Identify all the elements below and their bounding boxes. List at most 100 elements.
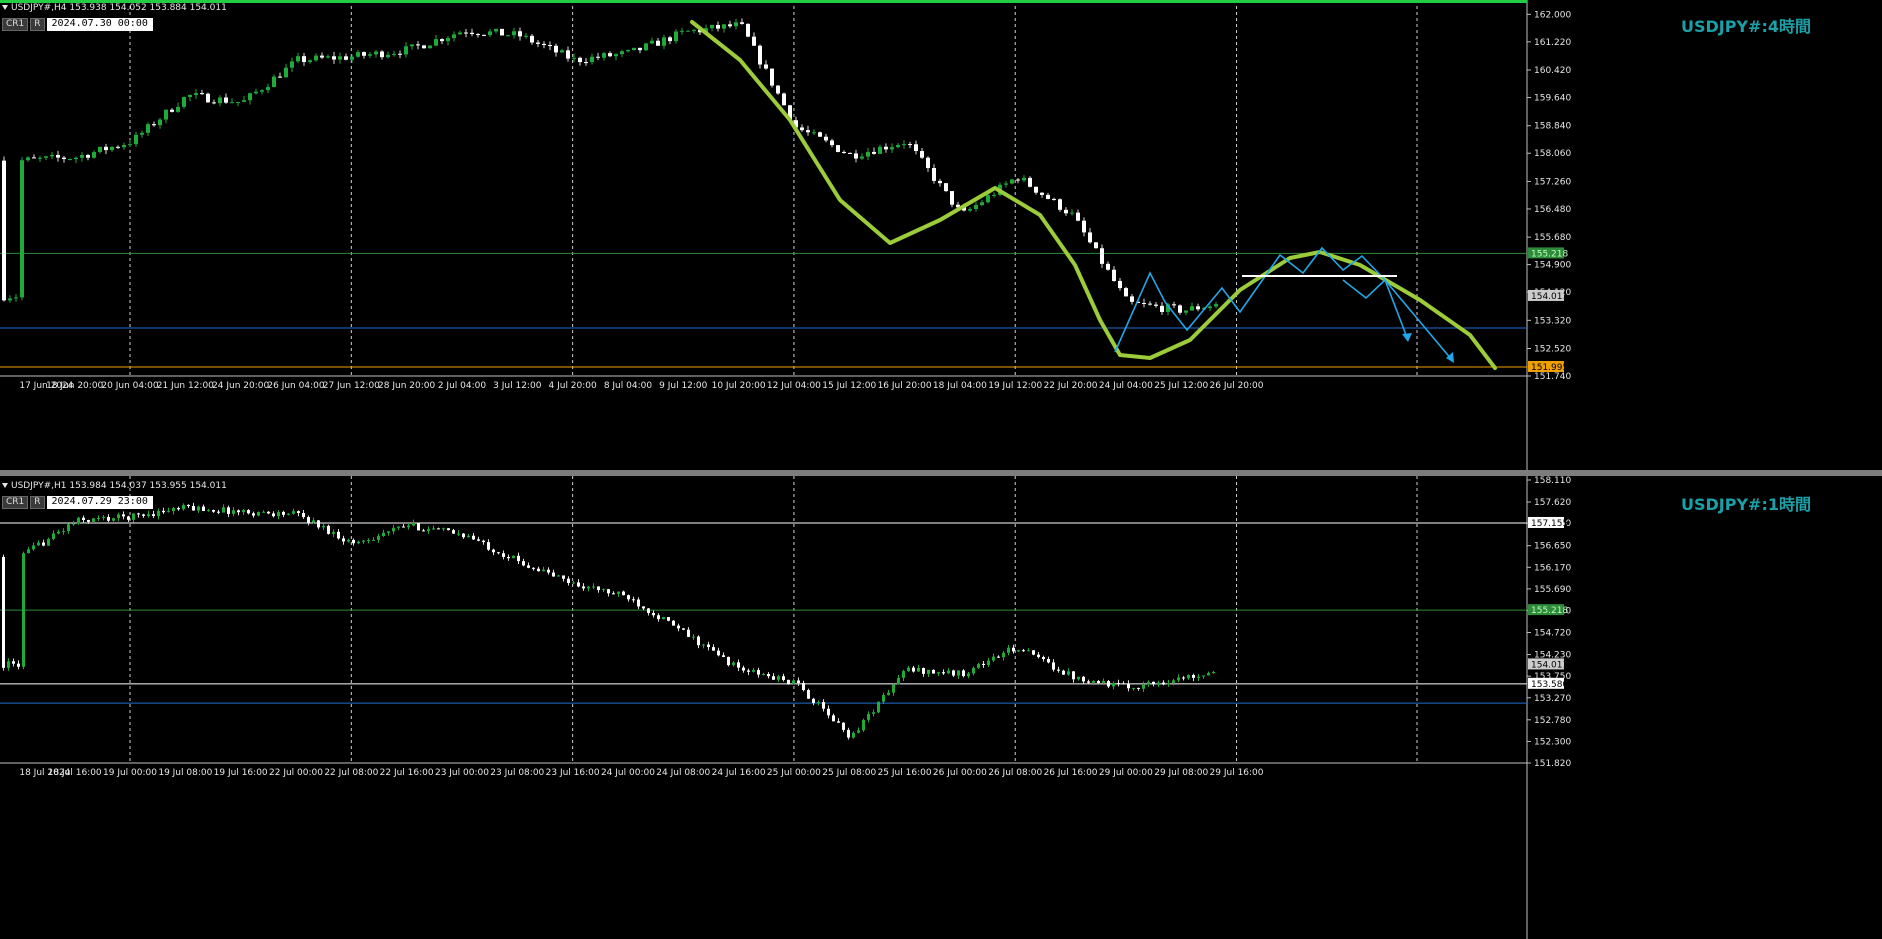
h4-xtick-label: 22 Jul 20:00 bbox=[1044, 381, 1098, 391]
h4-xtick-label: 16 Jul 20:00 bbox=[878, 381, 932, 391]
h4-candle-body bbox=[692, 29, 696, 31]
h4-candle-body bbox=[986, 195, 990, 203]
h1-candle-body bbox=[392, 527, 395, 532]
h4-candle-body bbox=[1160, 305, 1164, 312]
r-badge[interactable]: R bbox=[30, 496, 45, 509]
h1-candle-body bbox=[42, 542, 45, 546]
h4-candle-body bbox=[1148, 303, 1152, 305]
h4-candle-body bbox=[74, 157, 78, 160]
h1-candle-body bbox=[297, 511, 300, 513]
h1-xtick-label: 19 Jul 08:00 bbox=[158, 768, 212, 778]
cr1-badge[interactable]: CR1 bbox=[2, 18, 29, 31]
h4-xtick-label: 27 Jun 12:00 bbox=[323, 381, 380, 391]
h1-candle-body bbox=[867, 713, 870, 720]
h1-xtick-label: 18 Jul 16:00 bbox=[48, 768, 102, 778]
h4-candle-body bbox=[824, 136, 828, 141]
h1-candle-body bbox=[717, 650, 720, 656]
h1-candle-body bbox=[187, 504, 190, 507]
h4-xtick-label: 2 Jul 04:00 bbox=[438, 381, 487, 391]
h1-candle-body bbox=[892, 684, 895, 693]
h4-ytick-label: 154.900 bbox=[1534, 261, 1571, 271]
h1-candle-body bbox=[597, 586, 600, 591]
h1-candle-body bbox=[1092, 680, 1095, 683]
h4-chart[interactable]: 162.000 161.220 160.420 159.640 158.840 158.0… bbox=[0, 0, 1882, 470]
h1-xtick-label: 19 Jul 16:00 bbox=[214, 768, 268, 778]
h4-candle-body bbox=[122, 145, 126, 148]
h4-candle-body bbox=[908, 144, 912, 146]
h1-candle-body bbox=[927, 669, 930, 674]
h1-candle-body bbox=[427, 529, 430, 531]
h4-candle-body bbox=[1004, 183, 1008, 185]
h4-candle-body bbox=[1064, 209, 1068, 214]
h1-candle-body bbox=[1037, 654, 1040, 658]
h1-candle-body bbox=[822, 702, 825, 709]
h4-candle-body bbox=[1040, 192, 1044, 195]
h1-candle-body bbox=[202, 506, 205, 511]
h4-xtick-label: 12 Jul 04:00 bbox=[767, 381, 821, 391]
h4-candle-body bbox=[806, 130, 810, 133]
h1-candle-body bbox=[767, 674, 770, 677]
h1-candle-body bbox=[1157, 682, 1160, 684]
h1-candle-body bbox=[272, 513, 275, 517]
cr1-badge[interactable]: CR1 bbox=[2, 496, 29, 509]
h1-candle-body bbox=[612, 593, 615, 595]
h4-candle-body bbox=[602, 53, 606, 58]
h1-candle-body bbox=[677, 625, 680, 629]
h1-candle-body bbox=[352, 539, 355, 544]
h1-candle-body bbox=[1122, 683, 1125, 685]
h1-candle-body bbox=[197, 506, 200, 511]
h1-candle-body bbox=[1067, 671, 1070, 675]
h1-candle-body bbox=[817, 702, 820, 704]
h4-candle-body bbox=[1130, 296, 1134, 302]
h1-candle-body bbox=[37, 542, 40, 546]
h1-chart-pane[interactable]: 158.110157.620157.150156.650156.170155.6… bbox=[0, 476, 1882, 939]
h1-candle-body bbox=[292, 511, 295, 514]
h4-candle-body bbox=[116, 146, 120, 148]
h1-candle-body bbox=[802, 682, 805, 691]
h1-candle-body bbox=[1187, 675, 1190, 679]
h4-candle-body bbox=[590, 56, 594, 63]
h1-candle-body bbox=[937, 672, 940, 674]
h1-candle-body bbox=[1012, 647, 1015, 652]
h1-candle-body bbox=[302, 512, 305, 518]
r-badge[interactable]: R bbox=[30, 18, 45, 31]
h1-candle-body bbox=[897, 677, 900, 685]
h1-xtick-label: 22 Jul 16:00 bbox=[380, 768, 434, 778]
h4-candle-body bbox=[488, 31, 492, 36]
h4-xtick-label: 19 Jul 12:00 bbox=[988, 381, 1042, 391]
h1-candle-body bbox=[727, 656, 730, 666]
h1-candle-body bbox=[642, 606, 645, 609]
h4-candle-body bbox=[200, 93, 204, 95]
h4-candle-body bbox=[1190, 306, 1194, 311]
h4-candle-body bbox=[752, 36, 756, 46]
h1-chart[interactable]: 158.110157.620157.150156.650156.170155.6… bbox=[0, 476, 1882, 939]
h4-candle-body bbox=[482, 34, 486, 36]
collapse-triangle-icon[interactable] bbox=[2, 5, 8, 10]
h1-candle-body bbox=[962, 670, 965, 677]
h4-candle-body bbox=[542, 43, 546, 46]
h4-candle-body bbox=[236, 101, 240, 103]
h1-candle-body bbox=[227, 507, 230, 514]
h1-candle-body bbox=[377, 536, 380, 540]
h4-candle-body bbox=[1196, 306, 1200, 310]
h4-candle-body bbox=[1034, 186, 1038, 193]
collapse-triangle-icon[interactable] bbox=[2, 483, 8, 488]
h1-candle-body bbox=[572, 582, 575, 584]
h1-candle-body bbox=[707, 644, 710, 648]
h1-candle-body bbox=[1087, 681, 1090, 683]
h1-candle-body bbox=[652, 612, 655, 616]
h4-candle-body bbox=[782, 93, 786, 106]
h4-candle-body bbox=[332, 56, 336, 60]
h1-candle-body bbox=[507, 557, 510, 559]
h4-candle-body bbox=[464, 32, 468, 34]
h4-candle-body bbox=[56, 154, 60, 158]
h4-candle-body bbox=[872, 151, 876, 154]
h4-chart-pane[interactable]: 162.000 161.220 160.420 159.640 158.840 158.0… bbox=[0, 0, 1882, 470]
h1-candle-body bbox=[382, 532, 385, 537]
h4-candle-body bbox=[362, 52, 366, 56]
h4-candle-body bbox=[428, 45, 432, 49]
h4-candle-body bbox=[1178, 305, 1182, 313]
h1-candle-body bbox=[372, 539, 375, 541]
h1-badges: CR1 R 2024.07.29 23:00 bbox=[2, 496, 153, 509]
h1-candle-body bbox=[477, 539, 480, 541]
